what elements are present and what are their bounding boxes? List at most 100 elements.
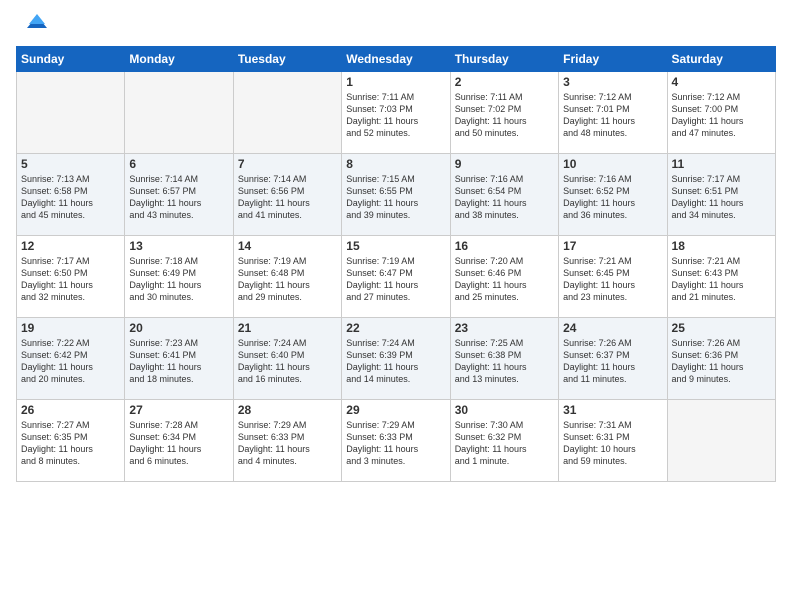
- day-number: 31: [563, 403, 662, 417]
- header-sunday: Sunday: [17, 47, 125, 72]
- day-info: Sunrise: 7:23 AM Sunset: 6:41 PM Dayligh…: [129, 337, 228, 386]
- day-number: 16: [455, 239, 554, 253]
- table-row: 31 Sunrise: 7:31 AM Sunset: 6:31 PM Dayli…: [559, 400, 667, 482]
- day-number: 7: [238, 157, 337, 171]
- table-row: 22 Sunrise: 7:24 AM Sunset: 6:39 PM Dayli…: [342, 318, 450, 400]
- day-info: Sunrise: 7:29 AM Sunset: 6:33 PM Dayligh…: [346, 419, 445, 468]
- day-info: Sunrise: 7:25 AM Sunset: 6:38 PM Dayligh…: [455, 337, 554, 386]
- day-number: 10: [563, 157, 662, 171]
- table-row: 21 Sunrise: 7:24 AM Sunset: 6:40 PM Dayli…: [233, 318, 341, 400]
- day-info: Sunrise: 7:13 AM Sunset: 6:58 PM Dayligh…: [21, 173, 120, 222]
- day-info: Sunrise: 7:11 AM Sunset: 7:02 PM Dayligh…: [455, 91, 554, 140]
- day-info: Sunrise: 7:17 AM Sunset: 6:50 PM Dayligh…: [21, 255, 120, 304]
- day-number: 23: [455, 321, 554, 335]
- day-number: 29: [346, 403, 445, 417]
- day-info: Sunrise: 7:22 AM Sunset: 6:42 PM Dayligh…: [21, 337, 120, 386]
- day-info: Sunrise: 7:21 AM Sunset: 6:43 PM Dayligh…: [672, 255, 771, 304]
- day-number: 1: [346, 75, 445, 89]
- calendar-week-row: 5 Sunrise: 7:13 AM Sunset: 6:58 PM Daylig…: [17, 154, 776, 236]
- table-row: 17 Sunrise: 7:21 AM Sunset: 6:45 PM Dayli…: [559, 236, 667, 318]
- day-number: 15: [346, 239, 445, 253]
- table-row: 27 Sunrise: 7:28 AM Sunset: 6:34 PM Dayli…: [125, 400, 233, 482]
- day-number: 9: [455, 157, 554, 171]
- day-info: Sunrise: 7:16 AM Sunset: 6:54 PM Dayligh…: [455, 173, 554, 222]
- weekday-header-row: Sunday Monday Tuesday Wednesday Thursday…: [17, 47, 776, 72]
- day-info: Sunrise: 7:14 AM Sunset: 6:56 PM Dayligh…: [238, 173, 337, 222]
- day-number: 24: [563, 321, 662, 335]
- day-number: 19: [21, 321, 120, 335]
- day-info: Sunrise: 7:21 AM Sunset: 6:45 PM Dayligh…: [563, 255, 662, 304]
- table-row: 29 Sunrise: 7:29 AM Sunset: 6:33 PM Dayli…: [342, 400, 450, 482]
- table-row: 25Sunrise: 7:26 AM Sunset: 6:36 PM Dayli…: [667, 318, 775, 400]
- header-monday: Monday: [125, 47, 233, 72]
- day-number: 11: [672, 157, 771, 171]
- table-row: 12 Sunrise: 7:17 AM Sunset: 6:50 PM Dayli…: [17, 236, 125, 318]
- calendar-week-row: 1Sunrise: 7:11 AM Sunset: 7:03 PM Daylig…: [17, 72, 776, 154]
- logo: [16, 12, 47, 36]
- day-number: 17: [563, 239, 662, 253]
- day-info: Sunrise: 7:19 AM Sunset: 6:47 PM Dayligh…: [346, 255, 445, 304]
- table-row: 2 Sunrise: 7:11 AM Sunset: 7:02 PM Daylig…: [450, 72, 558, 154]
- day-number: 13: [129, 239, 228, 253]
- table-row: 10 Sunrise: 7:16 AM Sunset: 6:52 PM Dayli…: [559, 154, 667, 236]
- calendar-week-row: 26Sunrise: 7:27 AM Sunset: 6:35 PM Dayli…: [17, 400, 776, 482]
- table-row: 7 Sunrise: 7:14 AM Sunset: 6:56 PM Daylig…: [233, 154, 341, 236]
- table-row: [233, 72, 341, 154]
- day-info: Sunrise: 7:16 AM Sunset: 6:52 PM Dayligh…: [563, 173, 662, 222]
- day-info: Sunrise: 7:30 AM Sunset: 6:32 PM Dayligh…: [455, 419, 554, 468]
- day-info: Sunrise: 7:27 AM Sunset: 6:35 PM Dayligh…: [21, 419, 120, 468]
- page: Sunday Monday Tuesday Wednesday Thursday…: [0, 0, 792, 612]
- header-saturday: Saturday: [667, 47, 775, 72]
- table-row: 20 Sunrise: 7:23 AM Sunset: 6:41 PM Dayli…: [125, 318, 233, 400]
- header: [16, 12, 776, 36]
- table-row: 19 Sunrise: 7:22 AM Sunset: 6:42 PM Dayli…: [17, 318, 125, 400]
- day-info: Sunrise: 7:17 AM Sunset: 6:51 PM Dayligh…: [672, 173, 771, 222]
- logo-text: [16, 12, 47, 36]
- table-row: [125, 72, 233, 154]
- logo-icon: [19, 8, 47, 36]
- day-number: 14: [238, 239, 337, 253]
- day-info: Sunrise: 7:31 AM Sunset: 6:31 PM Dayligh…: [563, 419, 662, 468]
- day-info: Sunrise: 7:24 AM Sunset: 6:40 PM Dayligh…: [238, 337, 337, 386]
- day-number: 27: [129, 403, 228, 417]
- table-row: 28 Sunrise: 7:29 AM Sunset: 6:33 PM Dayli…: [233, 400, 341, 482]
- day-number: 30: [455, 403, 554, 417]
- table-row: 11 Sunrise: 7:17 AM Sunset: 6:51 PM Dayli…: [667, 154, 775, 236]
- header-thursday: Thursday: [450, 47, 558, 72]
- day-info: Sunrise: 7:28 AM Sunset: 6:34 PM Dayligh…: [129, 419, 228, 468]
- day-number: 28: [238, 403, 337, 417]
- table-row: 15 Sunrise: 7:19 AM Sunset: 6:47 PM Dayli…: [342, 236, 450, 318]
- day-number: 3: [563, 75, 662, 89]
- day-number: 21: [238, 321, 337, 335]
- day-number: 8: [346, 157, 445, 171]
- day-info: Sunrise: 7:15 AM Sunset: 6:55 PM Dayligh…: [346, 173, 445, 222]
- day-info: Sunrise: 7:26 AM Sunset: 6:37 PM Dayligh…: [563, 337, 662, 386]
- table-row: 23 Sunrise: 7:25 AM Sunset: 6:38 PM Dayli…: [450, 318, 558, 400]
- calendar-week-row: 12 Sunrise: 7:17 AM Sunset: 6:50 PM Dayli…: [17, 236, 776, 318]
- calendar: Sunday Monday Tuesday Wednesday Thursday…: [16, 46, 776, 482]
- day-info: Sunrise: 7:20 AM Sunset: 6:46 PM Dayligh…: [455, 255, 554, 304]
- table-row: 5 Sunrise: 7:13 AM Sunset: 6:58 PM Daylig…: [17, 154, 125, 236]
- table-row: 24 Sunrise: 7:26 AM Sunset: 6:37 PM Dayli…: [559, 318, 667, 400]
- day-number: 4: [672, 75, 771, 89]
- day-number: 22: [346, 321, 445, 335]
- header-friday: Friday: [559, 47, 667, 72]
- day-number: 2: [455, 75, 554, 89]
- day-number: 20: [129, 321, 228, 335]
- table-row: 6Sunrise: 7:14 AM Sunset: 6:57 PM Daylig…: [125, 154, 233, 236]
- day-number: 5: [21, 157, 120, 171]
- day-info: Sunrise: 7:24 AM Sunset: 6:39 PM Dayligh…: [346, 337, 445, 386]
- day-info: Sunrise: 7:29 AM Sunset: 6:33 PM Dayligh…: [238, 419, 337, 468]
- day-number: 6: [129, 157, 228, 171]
- table-row: 8 Sunrise: 7:15 AM Sunset: 6:55 PM Daylig…: [342, 154, 450, 236]
- day-info: Sunrise: 7:26 AM Sunset: 6:36 PM Dayligh…: [672, 337, 771, 386]
- header-tuesday: Tuesday: [233, 47, 341, 72]
- header-wednesday: Wednesday: [342, 47, 450, 72]
- day-info: Sunrise: 7:12 AM Sunset: 7:01 PM Dayligh…: [563, 91, 662, 140]
- table-row: 13Sunrise: 7:18 AM Sunset: 6:49 PM Dayli…: [125, 236, 233, 318]
- table-row: 18Sunrise: 7:21 AM Sunset: 6:43 PM Dayli…: [667, 236, 775, 318]
- table-row: [667, 400, 775, 482]
- table-row: [17, 72, 125, 154]
- day-number: 12: [21, 239, 120, 253]
- table-row: 3 Sunrise: 7:12 AM Sunset: 7:01 PM Daylig…: [559, 72, 667, 154]
